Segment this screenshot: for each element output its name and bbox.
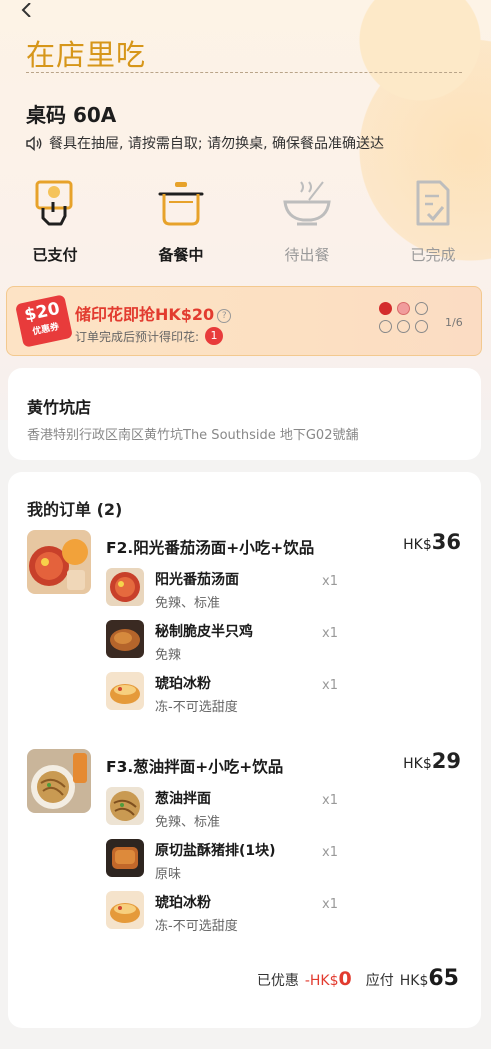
chevron-left-icon[interactable] (20, 0, 34, 22)
item-spec: 免辣、标准 (155, 596, 221, 611)
item-spec: 冻-不可选甜度 (155, 700, 238, 715)
combo-name: F2.阳光番茄汤面+小吃+饮品 (106, 539, 315, 557)
checklist-icon (416, 180, 450, 226)
cooking-pot-icon (158, 182, 204, 226)
pay-amount: HK$65 (400, 966, 459, 991)
item-qty: x1 (322, 897, 338, 912)
store-address: 香港特别行政区南区黄竹坑The Southside 地下G02號舖 (27, 428, 359, 443)
table-notice: 餐具在抽屉, 请按需自取; 请勿换桌, 确保餐品准确送达 (26, 133, 384, 153)
combo-sub-item: 琥珀冰粉 冻-不可选甜度 x1 (106, 891, 466, 939)
pay-label: 应付 (365, 973, 394, 989)
step-label: 备餐中 (158, 246, 204, 264)
combo-name: F3.葱油拌面+小吃+饮品 (106, 758, 284, 776)
banner-title: 储印花即抢HK$20? (75, 301, 232, 325)
step-preparing: 备餐中 (141, 178, 221, 265)
stamp-empty (379, 320, 392, 333)
order-card: 我的订单 (2) F2.阳光番茄汤面+小吃+饮品 HK$36 阳光番茄汤面 免辣… (8, 472, 481, 1028)
notice-text: 餐具在抽屉, 请按需自取; 请勿换桌, 确保餐品准确送达 (49, 136, 384, 152)
order-totals: 已优惠 -HK$0 应付 HK$65 (257, 966, 459, 991)
combo-price: HK$36 (403, 530, 461, 554)
discount-amount: -HK$0 (305, 968, 352, 990)
item-image (106, 620, 144, 658)
combo-sub-item: 葱油拌面 免辣、标准 x1 (106, 787, 466, 835)
item-spec: 免辣 (155, 648, 182, 663)
discount-prefix: -HK$ (304, 973, 339, 989)
item-qty: x1 (322, 574, 338, 589)
store-name: 黄竹坑店 (27, 398, 92, 417)
item-qty: x1 (322, 793, 338, 808)
title-divider (26, 72, 462, 73)
currency-label: HK$ (403, 537, 432, 553)
pay-value: 65 (428, 966, 459, 991)
payment-hand-icon (35, 180, 73, 226)
serving-bowl-icon (283, 181, 331, 226)
coupon-badge: $20 优惠券 (14, 294, 74, 348)
combo-price: HK$29 (403, 749, 461, 773)
combo-sub-item: 阳光番茄汤面 免辣、标准 x1 (106, 568, 466, 616)
item-image (106, 891, 144, 929)
combo-sub-item: 原切盐酥猪排(1块) 原味 x1 (106, 839, 466, 887)
banner-title-text: 储印花即抢HK$20 (75, 305, 215, 324)
discount-value: 0 (338, 968, 352, 990)
stamp-filled (379, 302, 392, 315)
item-name: 琥珀冰粉 (155, 676, 211, 692)
item-name: 秘制脆皮半只鸡 (155, 624, 253, 640)
table-number: 桌码 60A (26, 103, 117, 127)
stamp-empty (397, 320, 410, 333)
item-image (106, 672, 144, 710)
price-value: 29 (431, 749, 461, 773)
combo-sub-item: 秘制脆皮半只鸡 免辣 x1 (106, 620, 466, 668)
stamp-count-badge: 1 (205, 327, 224, 345)
step-label: 已支付 (32, 246, 78, 264)
item-spec: 免辣、标准 (155, 815, 221, 830)
speaker-icon (26, 135, 42, 151)
item-image (106, 568, 144, 606)
price-value: 36 (431, 530, 461, 554)
step-label: 待出餐 (284, 246, 330, 264)
combo-image (27, 530, 91, 594)
item-qty: x1 (322, 678, 338, 693)
item-name: 原切盐酥猪排(1块) (155, 843, 276, 859)
combo-image (27, 749, 91, 813)
discount-label: 已优惠 (256, 973, 299, 989)
item-spec: 冻-不可选甜度 (155, 919, 238, 934)
banner-subtitle: 订单完成后预计得印花: 1 (75, 327, 224, 345)
stamp-empty (415, 320, 428, 333)
item-name: 葱油拌面 (155, 791, 211, 807)
item-image (106, 839, 144, 877)
step-awaiting: 待出餐 (267, 178, 347, 265)
stamp-partial (397, 302, 410, 315)
store-card[interactable]: 黄竹坑店 香港特别行政区南区黄竹坑The Southside 地下G02號舖 (8, 368, 481, 460)
combo-sub-item: 琥珀冰粉 冻-不可选甜度 x1 (106, 672, 466, 720)
pay-currency: HK$ (399, 973, 429, 989)
item-name: 阳光番茄汤面 (155, 572, 239, 588)
banner-page-indicator: 1/6 (445, 316, 463, 329)
item-name: 琥珀冰粉 (155, 895, 211, 911)
item-qty: x1 (322, 845, 338, 860)
currency-label: HK$ (403, 756, 432, 772)
order-progress: 已支付 ... 备餐中 ... 待出餐 ... 已完成 (0, 178, 491, 409)
item-qty: x1 (322, 626, 338, 641)
banner-subtitle-text: 订单完成后预计得印花: (75, 329, 200, 344)
item-image (106, 787, 144, 825)
step-completed: 已完成 (393, 178, 473, 265)
help-icon[interactable]: ? (217, 308, 232, 323)
item-spec: 原味 (155, 867, 182, 882)
stamp-empty (415, 302, 428, 315)
step-paid: 已支付 (15, 178, 95, 265)
order-heading: 我的订单 (2) (27, 500, 123, 519)
step-label: 已完成 (410, 246, 456, 264)
page-title: 在店里吃 (26, 38, 147, 72)
stamp-promo-banner[interactable]: $20 优惠券 储印花即抢HK$20? 订单完成后预计得印花: 1 1/6 (6, 286, 482, 356)
